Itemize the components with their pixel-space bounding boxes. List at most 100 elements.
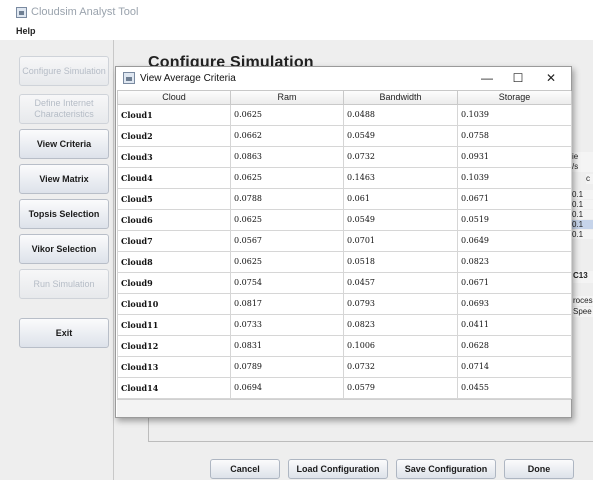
dialog-title-bar[interactable]: View Average Criteria — ☐ ✕ — [116, 67, 571, 89]
table-cell[interactable]: 0.0549 — [343, 124, 458, 147]
table-cell[interactable]: 0.0625 — [230, 250, 344, 273]
table-cell[interactable]: 0.0625 — [230, 166, 344, 189]
table-cell[interactable]: 0.0625 — [230, 208, 344, 231]
table-cell[interactable]: 0.0732 — [343, 145, 458, 168]
table-cell[interactable]: 0.0754 — [230, 271, 344, 294]
exit-button[interactable]: Exit — [19, 318, 109, 348]
menu-help[interactable]: Help — [16, 26, 36, 36]
table-cell[interactable]: 0.0701 — [343, 229, 458, 252]
table-cell[interactable]: 0.0567 — [230, 229, 344, 252]
table-cell[interactable]: 0.0694 — [230, 376, 344, 399]
table-cell[interactable]: 0.061 — [343, 187, 458, 210]
table-row[interactable]: Cloud14 0.0694 0.0579 0.0455 — [117, 376, 572, 399]
table-cell[interactable]: 0.0488 — [343, 103, 458, 126]
table-cell[interactable]: 0.0457 — [343, 271, 458, 294]
minimize-button[interactable]: — — [474, 70, 500, 86]
table-cell[interactable]: 0.0579 — [343, 376, 458, 399]
table-cell[interactable]: 0.0732 — [343, 355, 458, 378]
table-cell[interactable]: Cloud13 — [117, 355, 231, 378]
background-cell: 0.1 — [572, 210, 593, 219]
table-cell[interactable]: 0.0789 — [230, 355, 344, 378]
table-cell[interactable]: 0.0863 — [230, 145, 344, 168]
table-row[interactable]: Cloud7 0.0567 0.0701 0.0649 — [117, 229, 572, 252]
table-cell[interactable]: 0.1463 — [343, 166, 458, 189]
table-cell[interactable]: Cloud6 — [117, 208, 231, 231]
table-cell[interactable]: 0.0671 — [457, 271, 572, 294]
background-processor-label: roces — [573, 296, 593, 306]
table-row[interactable]: Cloud1 0.0625 0.0488 0.1039 — [117, 103, 572, 126]
column-header-storage[interactable]: Storage — [457, 91, 572, 105]
app-title-bar: Cloudsim Analyst Tool — [0, 0, 593, 24]
table-row[interactable]: Cloud5 0.0788 0.061 0.0671 — [117, 187, 572, 210]
table-cell[interactable]: 0.0662 — [230, 124, 344, 147]
table-cell[interactable]: Cloud9 — [117, 271, 231, 294]
table-cell[interactable]: Cloud8 — [117, 250, 231, 273]
table-cell[interactable]: 0.0831 — [230, 334, 344, 357]
table-cell[interactable]: 0.0549 — [343, 208, 458, 231]
define-internet-characteristics-button[interactable]: Define Internet Characteristics — [19, 94, 109, 124]
table-cell[interactable]: 0.0455 — [457, 376, 572, 399]
criteria-table-container: Cloud Ram Bandwidth Storage Cloud1 0.062… — [117, 90, 572, 399]
view-matrix-button[interactable]: View Matrix — [19, 164, 109, 194]
background-cell-selected: 0.1 — [572, 220, 593, 229]
table-cell[interactable]: 0.0625 — [230, 103, 344, 126]
table-cell[interactable]: 0.0817 — [230, 292, 344, 315]
app-title: Cloudsim Analyst Tool — [31, 6, 139, 18]
table-cell[interactable]: 0.1039 — [457, 103, 572, 126]
config-panel-border — [148, 418, 593, 442]
view-criteria-button[interactable]: View Criteria — [19, 129, 109, 159]
load-configuration-button[interactable]: Load Configuration — [288, 459, 388, 479]
table-cell[interactable]: Cloud7 — [117, 229, 231, 252]
background-column-header: c — [586, 174, 593, 184]
table-row[interactable]: Cloud10 0.0817 0.0793 0.0693 — [117, 292, 572, 315]
table-cell[interactable]: 0.0788 — [230, 187, 344, 210]
table-row[interactable]: Cloud3 0.0863 0.0732 0.0931 — [117, 145, 572, 168]
table-cell[interactable]: 0.1006 — [343, 334, 458, 357]
table-cell[interactable]: 0.0758 — [457, 124, 572, 147]
done-button[interactable]: Done — [504, 459, 574, 479]
table-row[interactable]: Cloud11 0.0733 0.0823 0.0411 — [117, 313, 572, 336]
topsis-selection-button[interactable]: Topsis Selection — [19, 199, 109, 229]
maximize-button[interactable]: ☐ — [505, 70, 531, 86]
table-cell[interactable]: Cloud14 — [117, 376, 231, 399]
table-cell[interactable]: 0.1039 — [457, 166, 572, 189]
table-cell[interactable]: 0.0714 — [457, 355, 572, 378]
table-row[interactable]: Cloud2 0.0662 0.0549 0.0758 — [117, 124, 572, 147]
table-cell[interactable]: Cloud2 — [117, 124, 231, 147]
table-cell[interactable]: Cloud1 — [117, 103, 231, 126]
table-cell[interactable]: 0.0931 — [457, 145, 572, 168]
table-cell[interactable]: Cloud11 — [117, 313, 231, 336]
dialog-bottom-strip — [117, 399, 571, 417]
table-cell[interactable]: 0.0793 — [343, 292, 458, 315]
column-header-ram[interactable]: Ram — [230, 91, 344, 105]
configure-simulation-button[interactable]: Configure Simulation — [19, 56, 109, 86]
table-cell[interactable]: 0.0693 — [457, 292, 572, 315]
table-row[interactable]: Cloud6 0.0625 0.0549 0.0519 — [117, 208, 572, 231]
table-cell[interactable]: 0.0411 — [457, 313, 572, 336]
table-row[interactable]: Cloud8 0.0625 0.0518 0.0823 — [117, 250, 572, 273]
table-cell[interactable]: 0.0733 — [230, 313, 344, 336]
table-cell[interactable]: Cloud10 — [117, 292, 231, 315]
table-row[interactable]: Cloud9 0.0754 0.0457 0.0671 — [117, 271, 572, 294]
table-cell[interactable]: 0.0519 — [457, 208, 572, 231]
table-row[interactable]: Cloud4 0.0625 0.1463 0.1039 — [117, 166, 572, 189]
table-cell[interactable]: 0.0823 — [457, 250, 572, 273]
run-simulation-button[interactable]: Run Simulation — [19, 269, 109, 299]
column-header-cloud[interactable]: Cloud — [117, 91, 231, 105]
table-row[interactable]: Cloud13 0.0789 0.0732 0.0714 — [117, 355, 572, 378]
vikor-selection-button[interactable]: Vikor Selection — [19, 234, 109, 264]
table-cell[interactable]: 0.0518 — [343, 250, 458, 273]
table-row[interactable]: Cloud12 0.0831 0.1006 0.0628 — [117, 334, 572, 357]
cancel-button[interactable]: Cancel — [210, 459, 280, 479]
table-cell[interactable]: 0.0671 — [457, 187, 572, 210]
close-button[interactable]: ✕ — [538, 70, 564, 86]
table-cell[interactable]: 0.0823 — [343, 313, 458, 336]
table-cell[interactable]: Cloud12 — [117, 334, 231, 357]
table-cell[interactable]: Cloud3 — [117, 145, 231, 168]
save-configuration-button[interactable]: Save Configuration — [396, 459, 496, 479]
table-cell[interactable]: Cloud4 — [117, 166, 231, 189]
table-cell[interactable]: 0.0649 — [457, 229, 572, 252]
table-cell[interactable]: 0.0628 — [457, 334, 572, 357]
table-cell[interactable]: Cloud5 — [117, 187, 231, 210]
column-header-bandwidth[interactable]: Bandwidth — [343, 91, 458, 105]
